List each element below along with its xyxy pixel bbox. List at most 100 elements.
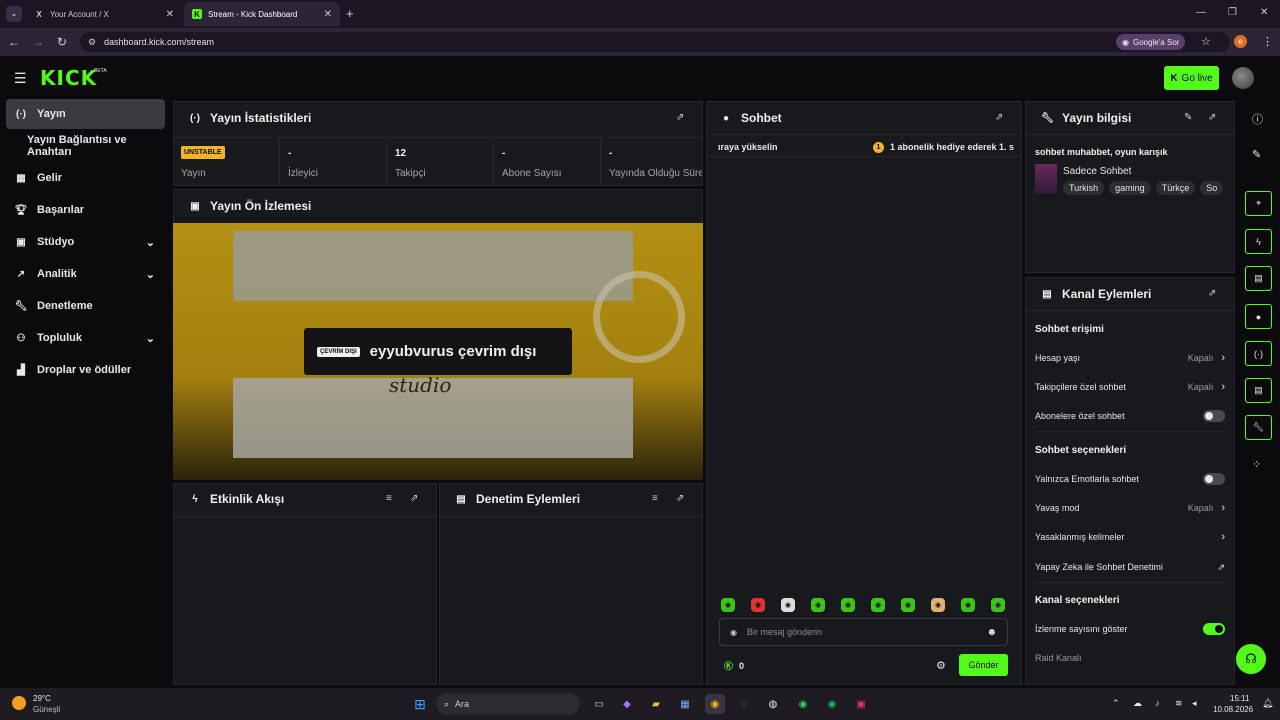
- hamburger-menu-icon[interactable]: ☰: [14, 70, 27, 87]
- emoji-icon[interactable]: ☻: [986, 627, 997, 638]
- chat-icon[interactable]: ●: [1245, 304, 1272, 329]
- reload-icon[interactable]: ↻: [54, 34, 70, 50]
- row-takipci-sohbet[interactable]: Takipçilere özel sohbet Kapalı ›: [1035, 377, 1225, 397]
- row-hesap-yasi[interactable]: Hesap yaşı Kapalı ›: [1035, 348, 1225, 368]
- settings-gear-icon[interactable]: ⚙: [936, 659, 946, 672]
- row-slow-mode[interactable]: Yavaş mod Kapalı ›: [1035, 498, 1225, 518]
- sidebar-item-topluluk[interactable]: ⚇ Topluluk ⌄: [6, 323, 165, 353]
- subscriber-chat-toggle[interactable]: [1203, 410, 1225, 422]
- beta-label: BETA: [94, 68, 107, 74]
- wifi-icon[interactable]: ≋: [1175, 698, 1183, 709]
- bookmark-star-icon[interactable]: ☆: [1201, 35, 1211, 48]
- minimize-button[interactable]: —: [1196, 7, 1206, 18]
- close-icon[interactable]: ✕: [166, 9, 174, 20]
- sidebar-item-basarilar[interactable]: 🏆︎ Başarılar: [6, 195, 165, 225]
- focus-icon[interactable]: ⌖: [1245, 191, 1272, 216]
- close-window-button[interactable]: ✕: [1260, 7, 1268, 18]
- url-field[interactable]: ⚙ dashboard.kick.com/stream: [80, 32, 1230, 52]
- sidebar-item-droplar[interactable]: ▟ Droplar ve ödüller: [6, 355, 165, 385]
- volume-icon[interactable]: ◂: [1192, 698, 1197, 709]
- chrome-icon[interactable]: ◉: [705, 694, 725, 714]
- row-banned-words[interactable]: Yasaklanmış kelimeler ›: [1035, 527, 1225, 547]
- info-icon[interactable]: ⓘ: [1252, 111, 1263, 127]
- popout-icon[interactable]: ⇗: [676, 493, 684, 504]
- stream-info-title: 🔧︎ Yayın bilgisi: [1041, 111, 1131, 125]
- emote-icon[interactable]: ◉: [781, 598, 795, 612]
- taskbar-search[interactable]: ⌕ Ara: [436, 693, 580, 715]
- whatsapp-icon[interactable]: ◉: [793, 694, 813, 714]
- row-raid-channel[interactable]: Raid Kanalı: [1035, 648, 1225, 668]
- sidebar-item-stream-key[interactable]: Yayın Bağlantısı ve Anahtarı: [20, 131, 170, 161]
- microphone-icon[interactable]: ♪: [1155, 698, 1160, 708]
- emote-icon[interactable]: ◉: [931, 598, 945, 612]
- popout-icon[interactable]: ⇗: [995, 112, 1003, 123]
- filter-icon[interactable]: ≡: [386, 493, 392, 504]
- channel-actions-icon[interactable]: ▤: [1245, 378, 1272, 403]
- notification-bell-icon[interactable]: 🔔︎: [1262, 698, 1273, 709]
- tab-x-account[interactable]: X Your Account / X ✕: [26, 2, 182, 26]
- edit-pencil-icon[interactable]: ✎: [1184, 112, 1192, 123]
- edge-icon[interactable]: ◌: [734, 694, 754, 714]
- document-icon[interactable]: ▤: [1245, 266, 1272, 291]
- chat-input[interactable]: ◉ Bir mesaj gönderin ☻: [719, 618, 1008, 646]
- forward-icon[interactable]: →: [30, 34, 46, 50]
- emote-only-toggle[interactable]: [1203, 473, 1225, 485]
- edit-pencil-icon[interactable]: ✎: [1252, 148, 1261, 161]
- site-info-icon[interactable]: ⚙: [88, 37, 96, 48]
- support-headset-button[interactable]: ☊: [1236, 644, 1266, 674]
- emote-icon[interactable]: ◉: [751, 598, 765, 612]
- row-ai-moderation[interactable]: Yapay Zeka ile Sohbet Denetimi ⇗: [1035, 557, 1225, 577]
- store-icon[interactable]: ▦: [675, 694, 695, 714]
- profile-avatar[interactable]: e: [1234, 35, 1247, 48]
- browser-menu-icon[interactable]: ⋮: [1262, 35, 1273, 48]
- user-avatar[interactable]: [1232, 67, 1254, 89]
- emote-icon[interactable]: ◉: [871, 598, 885, 612]
- copilot-icon[interactable]: ◆: [617, 694, 637, 714]
- emote-icon[interactable]: ◉: [991, 598, 1005, 612]
- windows-start-icon[interactable]: ⊞: [410, 694, 430, 714]
- sidebar-item-gelir[interactable]: ▦ Gelir: [6, 163, 165, 193]
- emote-icon[interactable]: ◉: [901, 598, 915, 612]
- new-tab-button[interactable]: +: [346, 6, 354, 21]
- weather-temp[interactable]: 29°C: [33, 694, 51, 703]
- popout-icon[interactable]: ⇗: [1208, 112, 1216, 123]
- lightning-icon[interactable]: ϟ: [1245, 229, 1272, 254]
- popout-icon[interactable]: ⇗: [1208, 288, 1216, 299]
- tray-chevron-up-icon[interactable]: ⌃: [1112, 698, 1120, 709]
- sidebar-item-yayin[interactable]: (·) Yayın: [6, 99, 165, 129]
- send-button[interactable]: Gönder: [959, 654, 1008, 676]
- maximize-button[interactable]: ❐: [1228, 7, 1237, 18]
- analytics-icon: ↗: [16, 268, 26, 280]
- popout-icon[interactable]: ⇗: [676, 112, 684, 123]
- tab-search-icon[interactable]: ⌄: [6, 6, 22, 22]
- spotify-icon[interactable]: ◉: [822, 694, 842, 714]
- emote-icon[interactable]: ◉: [811, 598, 825, 612]
- task-view-icon[interactable]: ▭: [589, 694, 609, 714]
- file-explorer-icon[interactable]: ▰: [646, 694, 666, 714]
- wrench-icon[interactable]: 🔧︎: [1245, 415, 1272, 440]
- tab-kick-dashboard[interactable]: K Stream - Kick Dashboard ✕: [184, 2, 340, 26]
- show-viewcount-toggle[interactable]: [1203, 623, 1225, 635]
- widgets-icon[interactable]: ⁘: [1252, 458, 1261, 471]
- close-icon[interactable]: ✕: [324, 9, 332, 20]
- onedrive-icon[interactable]: ☁: [1133, 698, 1142, 709]
- google-sor-button[interactable]: ◉ Google'a Sor: [1116, 34, 1186, 50]
- popout-icon[interactable]: ⇗: [410, 493, 418, 504]
- sidebar-item-studyo[interactable]: ▣ Stüdyo ⌄: [6, 227, 165, 257]
- filter-icon[interactable]: ≡: [652, 493, 658, 504]
- app-icon[interactable]: ◍: [763, 694, 783, 714]
- clock-time[interactable]: 15:11: [1230, 694, 1249, 703]
- go-live-button[interactable]: K Go live: [1164, 66, 1219, 90]
- kick-logo[interactable]: KICK: [40, 66, 97, 90]
- row-emote-only: Yalnızca Emotlarla sohbet: [1035, 469, 1225, 489]
- sidebar-item-denetleme[interactable]: 🔧︎ Denetleme: [6, 291, 165, 321]
- instagram-icon[interactable]: ▣: [851, 694, 871, 714]
- back-icon[interactable]: ←: [6, 34, 22, 50]
- sidebar-item-analitik[interactable]: ↗ Analitik ⌄: [6, 259, 165, 289]
- emote-icon[interactable]: ◉: [841, 598, 855, 612]
- emote-icon[interactable]: ◉: [721, 598, 735, 612]
- studio-script: studio: [389, 373, 452, 397]
- emote-icon[interactable]: ◉: [961, 598, 975, 612]
- broadcast-icon[interactable]: (·): [1245, 341, 1272, 366]
- channel-points[interactable]: Ⓚ 0: [724, 659, 744, 672]
